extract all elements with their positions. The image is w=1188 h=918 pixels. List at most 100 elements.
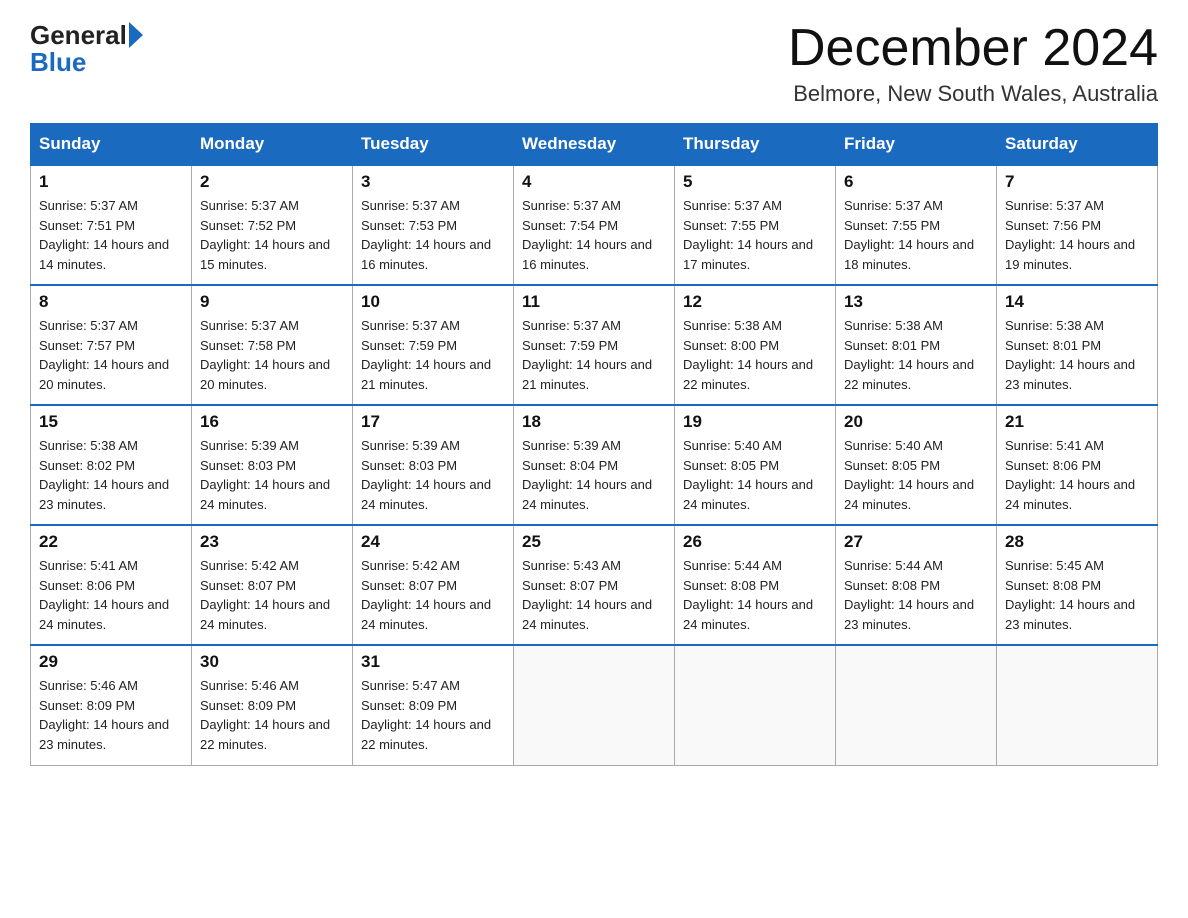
- calendar-cell: [997, 645, 1158, 765]
- day-number: 21: [1005, 412, 1149, 432]
- calendar-cell: [836, 645, 997, 765]
- day-info: Sunrise: 5:41 AMSunset: 8:06 PMDaylight:…: [1005, 438, 1135, 512]
- day-number: 12: [683, 292, 827, 312]
- day-info: Sunrise: 5:44 AMSunset: 8:08 PMDaylight:…: [844, 558, 974, 632]
- day-number: 5: [683, 172, 827, 192]
- day-info: Sunrise: 5:37 AMSunset: 7:54 PMDaylight:…: [522, 198, 652, 272]
- col-header-tuesday: Tuesday: [353, 124, 514, 166]
- calendar-cell: 6 Sunrise: 5:37 AMSunset: 7:55 PMDayligh…: [836, 165, 997, 285]
- day-number: 2: [200, 172, 344, 192]
- day-info: Sunrise: 5:40 AMSunset: 8:05 PMDaylight:…: [683, 438, 813, 512]
- day-number: 25: [522, 532, 666, 552]
- week-row-2: 8 Sunrise: 5:37 AMSunset: 7:57 PMDayligh…: [31, 285, 1158, 405]
- day-info: Sunrise: 5:37 AMSunset: 7:57 PMDaylight:…: [39, 318, 169, 392]
- calendar-cell: 29 Sunrise: 5:46 AMSunset: 8:09 PMDaylig…: [31, 645, 192, 765]
- day-info: Sunrise: 5:40 AMSunset: 8:05 PMDaylight:…: [844, 438, 974, 512]
- calendar-cell: 23 Sunrise: 5:42 AMSunset: 8:07 PMDaylig…: [192, 525, 353, 645]
- calendar-cell: 27 Sunrise: 5:44 AMSunset: 8:08 PMDaylig…: [836, 525, 997, 645]
- day-info: Sunrise: 5:37 AMSunset: 7:52 PMDaylight:…: [200, 198, 330, 272]
- day-number: 11: [522, 292, 666, 312]
- day-info: Sunrise: 5:37 AMSunset: 7:58 PMDaylight:…: [200, 318, 330, 392]
- day-info: Sunrise: 5:38 AMSunset: 8:00 PMDaylight:…: [683, 318, 813, 392]
- col-header-wednesday: Wednesday: [514, 124, 675, 166]
- calendar-cell: 28 Sunrise: 5:45 AMSunset: 8:08 PMDaylig…: [997, 525, 1158, 645]
- day-info: Sunrise: 5:38 AMSunset: 8:01 PMDaylight:…: [844, 318, 974, 392]
- calendar-cell: 25 Sunrise: 5:43 AMSunset: 8:07 PMDaylig…: [514, 525, 675, 645]
- day-number: 1: [39, 172, 183, 192]
- calendar-cell: 14 Sunrise: 5:38 AMSunset: 8:01 PMDaylig…: [997, 285, 1158, 405]
- day-info: Sunrise: 5:39 AMSunset: 8:04 PMDaylight:…: [522, 438, 652, 512]
- day-number: 19: [683, 412, 827, 432]
- day-number: 20: [844, 412, 988, 432]
- day-info: Sunrise: 5:42 AMSunset: 8:07 PMDaylight:…: [200, 558, 330, 632]
- day-number: 8: [39, 292, 183, 312]
- day-number: 28: [1005, 532, 1149, 552]
- location-title: Belmore, New South Wales, Australia: [788, 81, 1158, 107]
- calendar-cell: 8 Sunrise: 5:37 AMSunset: 7:57 PMDayligh…: [31, 285, 192, 405]
- calendar-cell: 30 Sunrise: 5:46 AMSunset: 8:09 PMDaylig…: [192, 645, 353, 765]
- day-number: 23: [200, 532, 344, 552]
- calendar-cell: 1 Sunrise: 5:37 AMSunset: 7:51 PMDayligh…: [31, 165, 192, 285]
- day-number: 18: [522, 412, 666, 432]
- day-number: 10: [361, 292, 505, 312]
- col-header-sunday: Sunday: [31, 124, 192, 166]
- day-number: 22: [39, 532, 183, 552]
- day-info: Sunrise: 5:39 AMSunset: 8:03 PMDaylight:…: [200, 438, 330, 512]
- day-info: Sunrise: 5:41 AMSunset: 8:06 PMDaylight:…: [39, 558, 169, 632]
- calendar-cell: 18 Sunrise: 5:39 AMSunset: 8:04 PMDaylig…: [514, 405, 675, 525]
- day-info: Sunrise: 5:37 AMSunset: 7:53 PMDaylight:…: [361, 198, 491, 272]
- col-header-friday: Friday: [836, 124, 997, 166]
- day-info: Sunrise: 5:37 AMSunset: 7:55 PMDaylight:…: [844, 198, 974, 272]
- calendar-cell: 3 Sunrise: 5:37 AMSunset: 7:53 PMDayligh…: [353, 165, 514, 285]
- calendar-cell: 24 Sunrise: 5:42 AMSunset: 8:07 PMDaylig…: [353, 525, 514, 645]
- calendar-cell: 31 Sunrise: 5:47 AMSunset: 8:09 PMDaylig…: [353, 645, 514, 765]
- day-number: 17: [361, 412, 505, 432]
- week-row-5: 29 Sunrise: 5:46 AMSunset: 8:09 PMDaylig…: [31, 645, 1158, 765]
- calendar-cell: 5 Sunrise: 5:37 AMSunset: 7:55 PMDayligh…: [675, 165, 836, 285]
- day-info: Sunrise: 5:37 AMSunset: 7:56 PMDaylight:…: [1005, 198, 1135, 272]
- day-number: 3: [361, 172, 505, 192]
- calendar-cell: 4 Sunrise: 5:37 AMSunset: 7:54 PMDayligh…: [514, 165, 675, 285]
- day-info: Sunrise: 5:37 AMSunset: 7:59 PMDaylight:…: [522, 318, 652, 392]
- col-header-thursday: Thursday: [675, 124, 836, 166]
- day-number: 29: [39, 652, 183, 672]
- calendar-cell: 17 Sunrise: 5:39 AMSunset: 8:03 PMDaylig…: [353, 405, 514, 525]
- calendar-cell: 12 Sunrise: 5:38 AMSunset: 8:00 PMDaylig…: [675, 285, 836, 405]
- day-info: Sunrise: 5:42 AMSunset: 8:07 PMDaylight:…: [361, 558, 491, 632]
- day-number: 9: [200, 292, 344, 312]
- day-info: Sunrise: 5:38 AMSunset: 8:01 PMDaylight:…: [1005, 318, 1135, 392]
- calendar-cell: 20 Sunrise: 5:40 AMSunset: 8:05 PMDaylig…: [836, 405, 997, 525]
- col-header-saturday: Saturday: [997, 124, 1158, 166]
- calendar-cell: 26 Sunrise: 5:44 AMSunset: 8:08 PMDaylig…: [675, 525, 836, 645]
- day-number: 31: [361, 652, 505, 672]
- day-info: Sunrise: 5:46 AMSunset: 8:09 PMDaylight:…: [200, 678, 330, 752]
- month-title: December 2024: [788, 20, 1158, 77]
- day-number: 7: [1005, 172, 1149, 192]
- day-info: Sunrise: 5:38 AMSunset: 8:02 PMDaylight:…: [39, 438, 169, 512]
- day-number: 15: [39, 412, 183, 432]
- calendar-table: SundayMondayTuesdayWednesdayThursdayFrid…: [30, 123, 1158, 766]
- day-info: Sunrise: 5:46 AMSunset: 8:09 PMDaylight:…: [39, 678, 169, 752]
- day-info: Sunrise: 5:43 AMSunset: 8:07 PMDaylight:…: [522, 558, 652, 632]
- day-number: 13: [844, 292, 988, 312]
- calendar-cell: 7 Sunrise: 5:37 AMSunset: 7:56 PMDayligh…: [997, 165, 1158, 285]
- week-row-3: 15 Sunrise: 5:38 AMSunset: 8:02 PMDaylig…: [31, 405, 1158, 525]
- day-info: Sunrise: 5:44 AMSunset: 8:08 PMDaylight:…: [683, 558, 813, 632]
- page-header: General Blue December 2024 Belmore, New …: [30, 20, 1158, 107]
- calendar-cell: 22 Sunrise: 5:41 AMSunset: 8:06 PMDaylig…: [31, 525, 192, 645]
- day-number: 30: [200, 652, 344, 672]
- week-row-4: 22 Sunrise: 5:41 AMSunset: 8:06 PMDaylig…: [31, 525, 1158, 645]
- day-info: Sunrise: 5:45 AMSunset: 8:08 PMDaylight:…: [1005, 558, 1135, 632]
- day-number: 4: [522, 172, 666, 192]
- col-header-monday: Monday: [192, 124, 353, 166]
- calendar-cell: [675, 645, 836, 765]
- calendar-cell: 2 Sunrise: 5:37 AMSunset: 7:52 PMDayligh…: [192, 165, 353, 285]
- logo-blue-text: Blue: [30, 47, 86, 78]
- day-number: 16: [200, 412, 344, 432]
- day-info: Sunrise: 5:39 AMSunset: 8:03 PMDaylight:…: [361, 438, 491, 512]
- calendar-cell: 13 Sunrise: 5:38 AMSunset: 8:01 PMDaylig…: [836, 285, 997, 405]
- calendar-cell: 21 Sunrise: 5:41 AMSunset: 8:06 PMDaylig…: [997, 405, 1158, 525]
- calendar-header-row: SundayMondayTuesdayWednesdayThursdayFrid…: [31, 124, 1158, 166]
- day-info: Sunrise: 5:37 AMSunset: 7:51 PMDaylight:…: [39, 198, 169, 272]
- day-number: 24: [361, 532, 505, 552]
